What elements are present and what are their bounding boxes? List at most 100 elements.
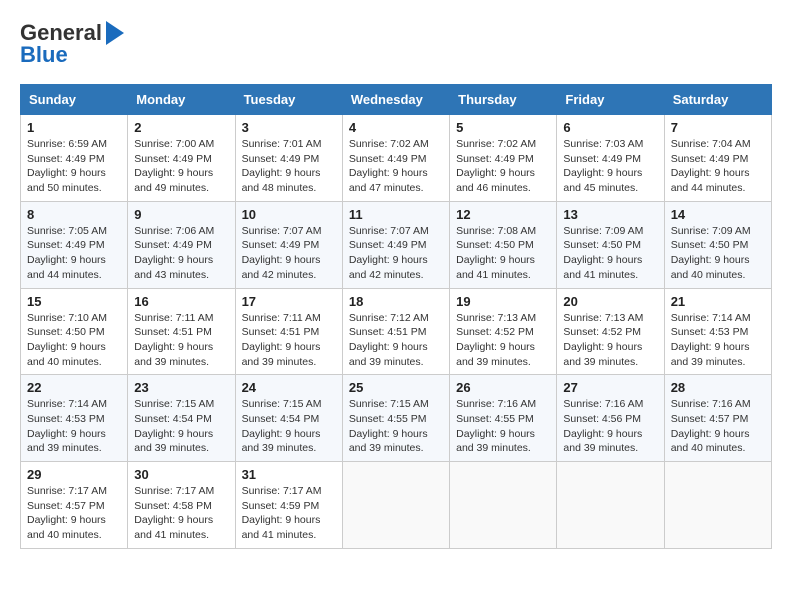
calendar-cell: 17Sunrise: 7:11 AMSunset: 4:51 PMDayligh… [235,288,342,375]
calendar-cell: 8 Sunrise: 7:05 AMSunset: 4:49 PMDaylight… [21,201,128,288]
calendar-cell: 26 Sunrise: 7:16 AMSunset: 4:55 PMDayligh… [450,375,557,462]
day-number: 10 [242,207,336,222]
day-number: 4 [349,120,443,135]
weekday-header-thursday: Thursday [450,85,557,115]
calendar-cell: 15 Sunrise: 7:10 AMSunset: 4:50 PMDayligh… [21,288,128,375]
day-number: 16 [134,294,228,309]
day-number: 13 [563,207,657,222]
day-info: Sunrise: 7:02 AMSunset: 4:49 PMDaylight:… [456,137,550,196]
weekday-header-friday: Friday [557,85,664,115]
day-info: Sunrise: 7:12 AMSunset: 4:51 PMDaylight:… [349,311,443,370]
calendar-cell: 14 Sunrise: 7:09 AMSunset: 4:50 PMDayligh… [664,201,771,288]
day-info: Sunrise: 7:14 AMSunset: 4:53 PMDaylight:… [27,397,121,456]
day-number: 6 [563,120,657,135]
calendar-table: SundayMondayTuesdayWednesdayThursdayFrid… [20,84,772,549]
day-info: Sunrise: 7:15 AMSunset: 4:54 PMDaylight:… [134,397,228,456]
day-info: Sunrise: 7:08 AMSunset: 4:50 PMDaylight:… [456,224,550,283]
calendar-cell: 13 Sunrise: 7:09 AMSunset: 4:50 PMDayligh… [557,201,664,288]
day-info: Sunrise: 6:59 AMSunset: 4:49 PMDaylight:… [27,137,121,196]
weekday-header-wednesday: Wednesday [342,85,449,115]
day-info: Sunrise: 7:00 AMSunset: 4:49 PMDaylight:… [134,137,228,196]
day-number: 8 [27,207,121,222]
day-number: 18 [349,294,443,309]
calendar-cell: 23 Sunrise: 7:15 AMSunset: 4:54 PMDayligh… [128,375,235,462]
calendar-week-row: 15 Sunrise: 7:10 AMSunset: 4:50 PMDayligh… [21,288,772,375]
day-number: 2 [134,120,228,135]
day-number: 14 [671,207,765,222]
day-number: 21 [671,294,765,309]
day-info: Sunrise: 7:13 AMSunset: 4:52 PMDaylight:… [563,311,657,370]
calendar-cell [557,462,664,549]
day-info: Sunrise: 7:10 AMSunset: 4:50 PMDaylight:… [27,311,121,370]
day-info: Sunrise: 7:03 AMSunset: 4:49 PMDaylight:… [563,137,657,196]
day-number: 1 [27,120,121,135]
day-info: Sunrise: 7:07 AMSunset: 4:49 PMDaylight:… [349,224,443,283]
calendar-cell: 7Sunrise: 7:04 AMSunset: 4:49 PMDaylight… [664,115,771,202]
page-header: General Blue [20,20,772,68]
day-info: Sunrise: 7:02 AMSunset: 4:49 PMDaylight:… [349,137,443,196]
day-number: 7 [671,120,765,135]
calendar-cell [342,462,449,549]
calendar-cell: 21 Sunrise: 7:14 AMSunset: 4:53 PMDayligh… [664,288,771,375]
calendar-header-row: SundayMondayTuesdayWednesdayThursdayFrid… [21,85,772,115]
calendar-cell: 27Sunrise: 7:16 AMSunset: 4:56 PMDayligh… [557,375,664,462]
day-info: Sunrise: 7:07 AMSunset: 4:49 PMDaylight:… [242,224,336,283]
calendar-cell: 25 Sunrise: 7:15 AMSunset: 4:55 PMDayligh… [342,375,449,462]
calendar-week-row: 8 Sunrise: 7:05 AMSunset: 4:49 PMDaylight… [21,201,772,288]
calendar-cell: 20Sunrise: 7:13 AMSunset: 4:52 PMDayligh… [557,288,664,375]
calendar-cell: 1 Sunrise: 6:59 AMSunset: 4:49 PMDaylight… [21,115,128,202]
calendar-week-row: 22 Sunrise: 7:14 AMSunset: 4:53 PMDayligh… [21,375,772,462]
day-number: 30 [134,467,228,482]
calendar-cell: 2 Sunrise: 7:00 AMSunset: 4:49 PMDaylight… [128,115,235,202]
day-number: 31 [242,467,336,482]
logo-arrow-icon [106,21,124,45]
day-info: Sunrise: 7:09 AMSunset: 4:50 PMDaylight:… [563,224,657,283]
day-number: 26 [456,380,550,395]
weekday-header-sunday: Sunday [21,85,128,115]
calendar-cell: 5 Sunrise: 7:02 AMSunset: 4:49 PMDaylight… [450,115,557,202]
day-number: 25 [349,380,443,395]
day-info: Sunrise: 7:06 AMSunset: 4:49 PMDaylight:… [134,224,228,283]
calendar-cell [664,462,771,549]
day-number: 15 [27,294,121,309]
day-number: 28 [671,380,765,395]
day-info: Sunrise: 7:16 AMSunset: 4:55 PMDaylight:… [456,397,550,456]
day-info: Sunrise: 7:16 AMSunset: 4:57 PMDaylight:… [671,397,765,456]
day-info: Sunrise: 7:17 AMSunset: 4:57 PMDaylight:… [27,484,121,543]
calendar-cell: 29 Sunrise: 7:17 AMSunset: 4:57 PMDayligh… [21,462,128,549]
day-info: Sunrise: 7:01 AMSunset: 4:49 PMDaylight:… [242,137,336,196]
weekday-header-monday: Monday [128,85,235,115]
calendar-cell: 9 Sunrise: 7:06 AMSunset: 4:49 PMDaylight… [128,201,235,288]
calendar-cell: 3 Sunrise: 7:01 AMSunset: 4:49 PMDaylight… [235,115,342,202]
day-info: Sunrise: 7:09 AMSunset: 4:50 PMDaylight:… [671,224,765,283]
calendar-week-row: 1 Sunrise: 6:59 AMSunset: 4:49 PMDaylight… [21,115,772,202]
day-number: 11 [349,207,443,222]
calendar-cell: 28 Sunrise: 7:16 AMSunset: 4:57 PMDayligh… [664,375,771,462]
weekday-header-tuesday: Tuesday [235,85,342,115]
calendar-cell: 30Sunrise: 7:17 AMSunset: 4:58 PMDayligh… [128,462,235,549]
day-info: Sunrise: 7:17 AMSunset: 4:59 PMDaylight:… [242,484,336,543]
day-info: Sunrise: 7:14 AMSunset: 4:53 PMDaylight:… [671,311,765,370]
day-info: Sunrise: 7:16 AMSunset: 4:56 PMDaylight:… [563,397,657,456]
day-number: 9 [134,207,228,222]
calendar-cell: 31 Sunrise: 7:17 AMSunset: 4:59 PMDayligh… [235,462,342,549]
day-number: 12 [456,207,550,222]
day-info: Sunrise: 7:11 AMSunset: 4:51 PMDaylight:… [134,311,228,370]
calendar-cell: 10 Sunrise: 7:07 AMSunset: 4:49 PMDayligh… [235,201,342,288]
day-number: 22 [27,380,121,395]
day-number: 3 [242,120,336,135]
calendar-cell: 4 Sunrise: 7:02 AMSunset: 4:49 PMDaylight… [342,115,449,202]
day-info: Sunrise: 7:15 AMSunset: 4:54 PMDaylight:… [242,397,336,456]
day-info: Sunrise: 7:05 AMSunset: 4:49 PMDaylight:… [27,224,121,283]
day-number: 23 [134,380,228,395]
calendar-cell: 18 Sunrise: 7:12 AMSunset: 4:51 PMDayligh… [342,288,449,375]
day-number: 5 [456,120,550,135]
day-info: Sunrise: 7:15 AMSunset: 4:55 PMDaylight:… [349,397,443,456]
weekday-header-saturday: Saturday [664,85,771,115]
day-info: Sunrise: 7:13 AMSunset: 4:52 PMDaylight:… [456,311,550,370]
logo: General Blue [20,20,124,68]
logo-blue: Blue [20,42,68,68]
day-number: 29 [27,467,121,482]
calendar-cell: 16 Sunrise: 7:11 AMSunset: 4:51 PMDayligh… [128,288,235,375]
calendar-cell: 24Sunrise: 7:15 AMSunset: 4:54 PMDayligh… [235,375,342,462]
